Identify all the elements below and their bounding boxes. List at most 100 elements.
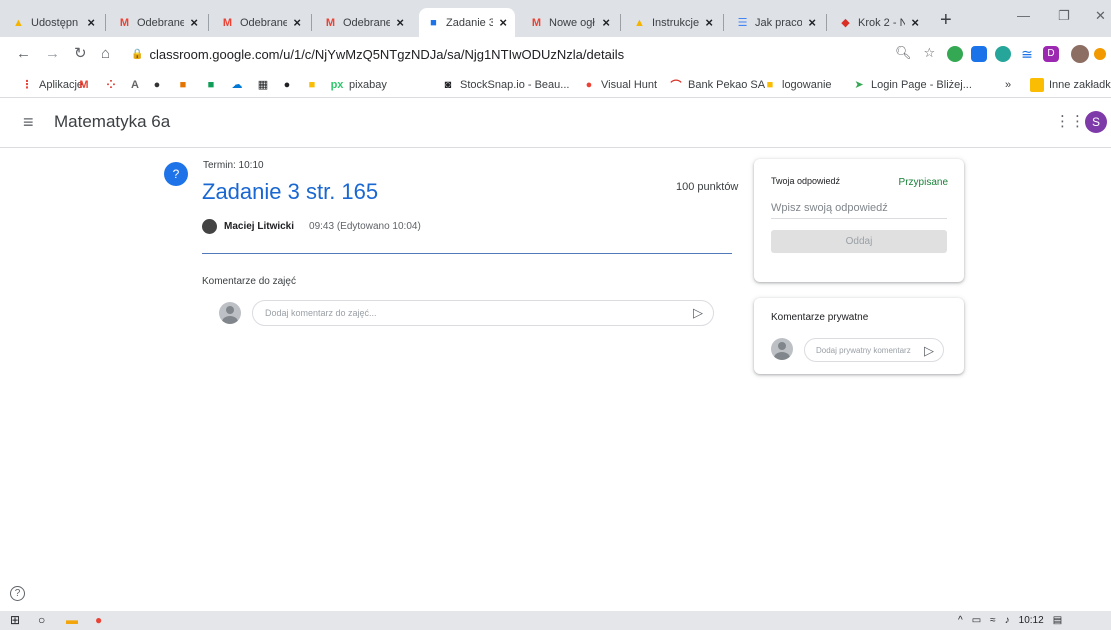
clock-time[interactable]: 10:12 (1019, 614, 1044, 627)
notifications-icon[interactable]: ▤ (1053, 614, 1062, 627)
bookmark-item[interactable]: ■ (204, 76, 218, 93)
bookmark-item[interactable]: ■ logowanie (763, 76, 832, 93)
your-work-title: Twoja odpowiedź (771, 176, 841, 186)
wifi-icon[interactable]: ≈ (990, 614, 996, 627)
bookmark-item[interactable]: px pixabay (330, 76, 387, 93)
tab-separator (208, 14, 209, 31)
account-avatar[interactable]: S (1085, 111, 1107, 133)
forward-icon[interactable]: → (45, 45, 60, 63)
private-comments-title: Komentarze prywatne (771, 312, 869, 323)
back-icon[interactable]: ← (16, 45, 31, 63)
taskbar-search-icon[interactable]: ○ (38, 614, 45, 627)
chrome-taskbar-icon[interactable]: ● (95, 614, 102, 627)
extension-d-icon[interactable]: D (1043, 46, 1059, 62)
bookmark-item[interactable]: ☁ (230, 76, 244, 93)
bookmarks-bar: ⋮ Aplikacje M ⁘ A ● ■ ■ ☁ ▦ ● ■ px pixabay ◙ StockSnap.… (0, 71, 1111, 98)
minimize-icon[interactable]: — (1017, 8, 1030, 23)
bookmark-item[interactable]: ■ (176, 76, 190, 93)
hamburger-menu-icon[interactable]: ≡ (23, 113, 34, 131)
browser-tab[interactable]: M Odebrane × (316, 8, 412, 37)
tray-chevron-icon[interactable]: ^ (958, 614, 963, 627)
user-avatar (219, 302, 241, 324)
other-bookmarks[interactable]: Inne zakładki (1030, 76, 1111, 93)
close-tab-icon[interactable]: × (911, 15, 919, 30)
bookmark-star-icon[interactable]: ☆ (924, 45, 936, 61)
bookmark-item[interactable]: ● (150, 76, 164, 93)
gmail-icon: M (325, 16, 336, 29)
browser-tab[interactable]: ▲ Udostępn × (4, 8, 103, 37)
bookmark-item[interactable]: ⁘ (104, 76, 118, 93)
apple-icon: ● (153, 78, 161, 91)
private-comment-placeholder: Dodaj prywatny komentarz (816, 345, 911, 355)
browser-tab[interactable]: M Odebrane × (110, 8, 206, 37)
browser-tab[interactable]: M Nowe ogł × (522, 8, 618, 37)
class-comment-input[interactable]: Dodaj komentarz do zajęć... (252, 300, 714, 326)
address-bar[interactable]: 🔒 classroom.google.com/u/1/c/NjYwMzQ5NTg… (125, 41, 945, 67)
bookmark-item[interactable]: ● (280, 76, 294, 93)
bookmark-item[interactable]: ➤ Login Page - Bliżej... (852, 76, 972, 93)
title-divider (202, 253, 732, 254)
pekao-icon: ⌒ (670, 79, 682, 92)
extension-blue-icon[interactable] (971, 46, 987, 62)
google-docs-icon: ☰ (737, 17, 748, 29)
folder-icon: ■ (766, 78, 774, 91)
tab-separator (723, 14, 724, 31)
google-drive-icon: ▲ (13, 16, 24, 29)
assignment-points: 100 punktów (676, 181, 739, 193)
answer-input[interactable]: Wpisz swoją odpowiedź (771, 202, 947, 219)
new-tab-button[interactable]: + (940, 10, 952, 30)
bookmark-item[interactable]: ● Visual Hunt (582, 76, 657, 93)
browser-tab[interactable]: ▲ Instrukcje × (625, 8, 721, 37)
bookmark-item[interactable]: M (77, 76, 91, 93)
bookmark-item[interactable]: ⌒ Bank Pekao SA (669, 76, 766, 93)
reload-icon[interactable]: ↻ (74, 45, 87, 63)
tab-separator (105, 14, 106, 31)
bookmark-item[interactable]: ◙ StockSnap.io - Beau... (441, 76, 570, 93)
volume-icon[interactable]: ♪ (1005, 614, 1010, 627)
bookmark-item[interactable]: ▦ (256, 76, 270, 93)
private-comment-input[interactable]: Dodaj prywatny komentarz (804, 338, 944, 362)
gmail-icon: M (222, 16, 233, 29)
gmail-icon: M (531, 16, 542, 29)
bookmark-item[interactable]: ⋮ Aplikacje (20, 76, 84, 93)
browser-tab[interactable]: M Odebrane × (213, 8, 309, 37)
help-icon[interactable]: ? (10, 586, 25, 601)
bookmark-yellow-icon: ■ (308, 78, 316, 91)
close-tab-icon[interactable]: × (87, 15, 95, 30)
extension-teal-icon[interactable] (995, 46, 1011, 62)
close-tab-icon[interactable]: × (396, 15, 404, 30)
close-tab-icon[interactable]: × (602, 15, 610, 30)
update-alert-icon[interactable] (1094, 48, 1106, 60)
turn-in-button[interactable]: Oddaj (771, 230, 947, 253)
windows-start-icon[interactable]: ⊞ (10, 614, 20, 627)
tab-title: Odebrane (343, 16, 391, 29)
bookmark-item[interactable]: ■ (305, 76, 319, 93)
user-avatar (771, 338, 793, 360)
battery-icon[interactable]: ▭ (972, 614, 981, 627)
bookmark-item[interactable]: A (128, 76, 142, 93)
class-name[interactable]: Matematyka 6a (54, 112, 170, 132)
close-tab-icon[interactable]: × (190, 15, 198, 30)
file-explorer-icon[interactable]: ▬ (66, 614, 78, 627)
restore-icon[interactable]: ❐ (1058, 8, 1070, 24)
author-avatar (202, 219, 217, 234)
browser-tab[interactable]: ☰ Jak pracow × (728, 8, 824, 37)
close-tab-icon[interactable]: × (705, 15, 713, 30)
close-tab-icon[interactable]: × (293, 15, 301, 30)
spotify-icon: ● (283, 78, 291, 91)
extension-green-icon[interactable] (947, 46, 963, 62)
browser-tab[interactable]: ■ Zadanie 3 × (419, 8, 515, 37)
profile-avatar-icon[interactable] (1071, 45, 1089, 63)
zoom-icon[interactable]: 🔍︎ (895, 45, 912, 61)
close-window-icon[interactable]: ✕ (1095, 8, 1106, 24)
bookmarks-more-button[interactable]: » (1005, 76, 1011, 93)
close-tab-icon[interactable]: × (808, 15, 816, 30)
home-icon[interactable]: ⌂ (101, 45, 110, 63)
send-private-comment-icon[interactable]: ▷ (924, 344, 934, 357)
browser-toolbar: ← → ↻ ⌂ 🔒 classroom.google.com/u/1/c/NjY… (0, 37, 1111, 71)
browser-tab[interactable]: ◆ Krok 2 - N × (831, 8, 927, 37)
send-class-comment-icon[interactable]: ▷ (693, 306, 703, 319)
your-work-card: Twoja odpowiedź Przypisane Wpisz swoją o… (754, 159, 964, 282)
extension-stack-icon[interactable]: ≅ (1019, 46, 1035, 62)
close-tab-icon[interactable]: × (499, 15, 507, 30)
